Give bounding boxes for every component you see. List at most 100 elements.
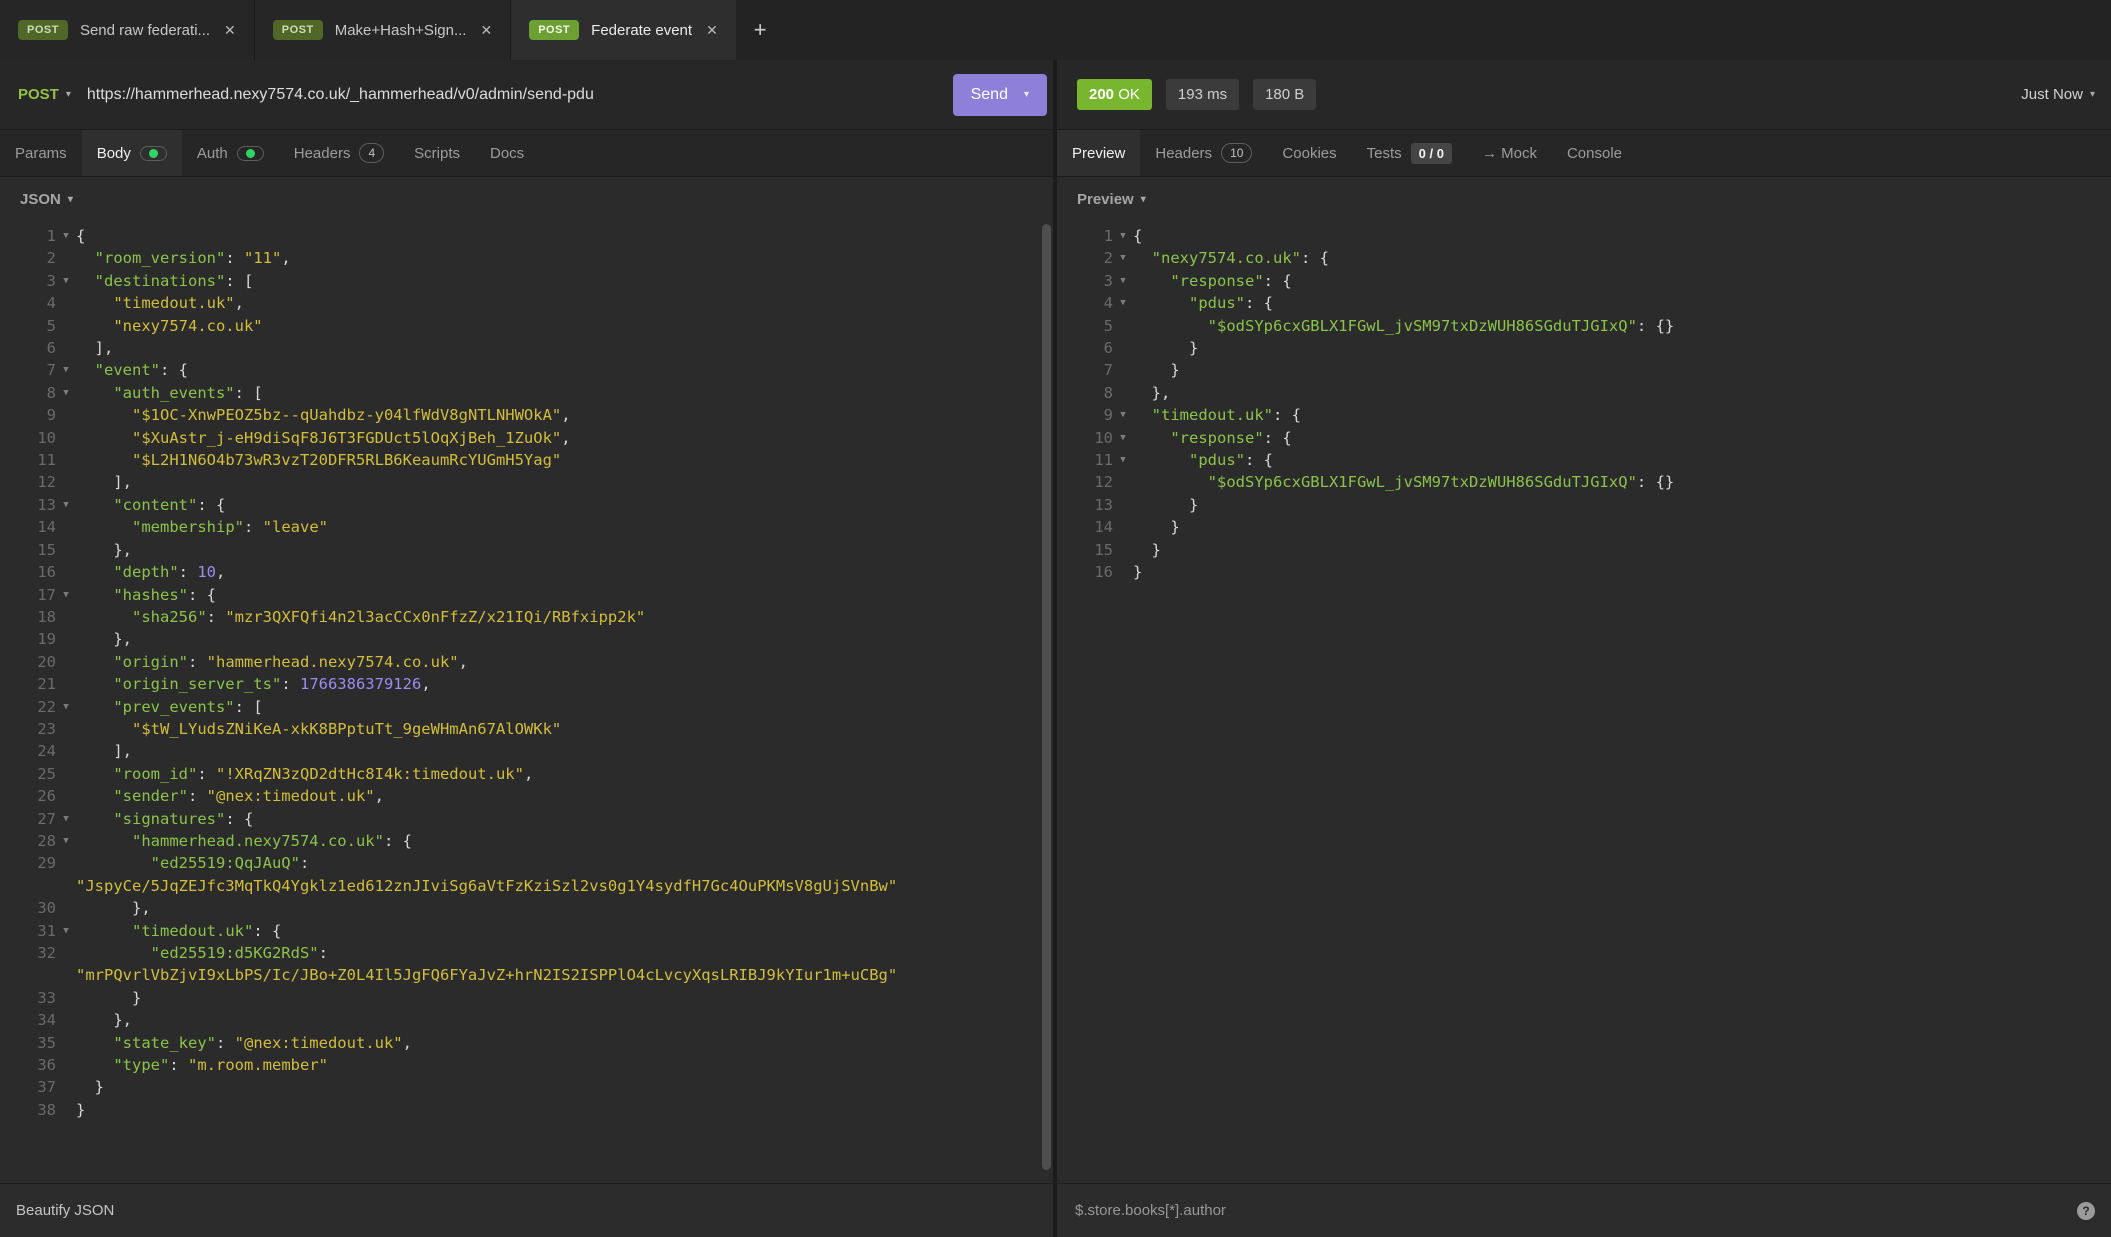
fold-caret-icon[interactable]: ▼ (56, 920, 76, 942)
new-tab-button[interactable]: + (736, 0, 785, 60)
fold-caret-icon[interactable]: ▼ (56, 359, 76, 381)
request-tab-federate-event[interactable]: POST Federate event ✕ (511, 0, 736, 60)
response-preview-editor[interactable]: 1▼{2▼ "nexy7574.co.uk": {3▼ "response": … (1057, 222, 2111, 1183)
tab-auth[interactable]: Auth (182, 130, 279, 176)
code-text: "mrPQvrlVbZjvI9xLbPS/Ic/JBo+Z0L4Il5JgFQ6… (76, 964, 897, 986)
response-history-select[interactable]: Just Now ▾ (2021, 86, 2095, 103)
jsonpath-filter-input[interactable] (1075, 1202, 1575, 1219)
tab-label: Headers (294, 145, 351, 162)
fold-gutter (56, 1099, 76, 1121)
fold-caret-icon[interactable]: ▼ (56, 584, 76, 606)
tab-title: Send raw federati... (80, 22, 210, 39)
fold-caret-icon[interactable]: ▼ (56, 830, 76, 852)
fold-caret-icon[interactable]: ▼ (1113, 270, 1133, 292)
vertical-scrollbar[interactable] (1042, 224, 1051, 1170)
code-text: "response": { (1133, 427, 1292, 449)
close-icon[interactable]: ✕ (224, 22, 236, 39)
preview-mode-select[interactable]: Preview ▾ (1077, 191, 1146, 208)
tab-tests[interactable]: Tests 0 / 0 (1352, 130, 1467, 176)
fold-gutter (56, 292, 76, 314)
fold-gutter (1113, 382, 1133, 404)
code-row: 5 "nexy7574.co.uk" (0, 315, 1053, 337)
line-number (0, 964, 56, 986)
tab-label: Auth (197, 145, 228, 162)
tab-cookies[interactable]: Cookies (1267, 130, 1351, 176)
line-number: 3 (0, 270, 56, 292)
close-icon[interactable]: ✕ (480, 22, 492, 39)
line-number: 29 (0, 852, 56, 874)
fold-caret-icon[interactable]: ▼ (56, 225, 76, 247)
request-body-editor[interactable]: 1▼{2 "room_version": "11",3▼ "destinatio… (0, 222, 1053, 1183)
code-text: ], (76, 337, 113, 359)
line-number: 34 (0, 1009, 56, 1031)
code-text: ], (76, 471, 132, 493)
line-number: 1 (0, 225, 56, 247)
method-select[interactable]: POST (18, 86, 59, 103)
headers-count: 10 (1230, 146, 1243, 160)
beautify-json-button[interactable]: Beautify JSON (16, 1202, 114, 1219)
code-text: "auth_events": [ (76, 382, 263, 404)
fold-caret-icon[interactable]: ▼ (1113, 225, 1133, 247)
fold-gutter (56, 718, 76, 740)
fold-caret-icon[interactable]: ▼ (56, 270, 76, 292)
tab-response-headers[interactable]: Headers 10 (1140, 130, 1267, 176)
request-tab-send-raw-federation[interactable]: POST Send raw federati... ✕ (0, 0, 255, 60)
fold-caret-icon[interactable]: ▼ (56, 494, 76, 516)
body-mode-select[interactable]: JSON ▾ (20, 191, 73, 208)
tab-docs[interactable]: Docs (475, 130, 539, 176)
request-editor-pane: 1▼{2 "room_version": "11",3▼ "destinatio… (0, 222, 1053, 1183)
send-button[interactable]: Send ▾ (953, 74, 1047, 116)
line-number: 11 (0, 449, 56, 471)
tab-headers[interactable]: Headers 4 (279, 130, 399, 176)
line-number: 5 (1057, 315, 1113, 337)
code-row: 1▼{ (1057, 225, 2111, 247)
fold-caret-icon[interactable]: ▼ (1113, 449, 1133, 471)
line-number: 8 (1057, 382, 1113, 404)
response-mode-pane: Preview ▾ (1057, 177, 2111, 222)
fold-gutter (56, 785, 76, 807)
tab-mock[interactable]: → Mock (1467, 130, 1552, 176)
fold-gutter (56, 740, 76, 762)
fold-gutter (1113, 494, 1133, 516)
request-section-tabs: Params Body Auth Headers 4 Scripts Docs (0, 130, 1053, 176)
code-text: "timedout.uk", (76, 292, 244, 314)
fold-caret-icon[interactable]: ▼ (56, 696, 76, 718)
fold-gutter (56, 561, 76, 583)
help-icon[interactable]: ? (2077, 1202, 2095, 1220)
tab-console[interactable]: Console (1552, 130, 1637, 176)
line-number: 13 (0, 494, 56, 516)
fold-gutter (56, 1076, 76, 1098)
fold-caret-icon[interactable]: ▼ (1113, 404, 1133, 426)
code-row: 21 "origin_server_ts": 1766386379126, (0, 673, 1053, 695)
body-indicator (140, 146, 167, 161)
fold-gutter (56, 987, 76, 1009)
code-text: "membership": "leave" (76, 516, 328, 538)
code-text: "hammerhead.nexy7574.co.uk": { (76, 830, 412, 852)
fold-gutter (56, 897, 76, 919)
fold-caret-icon[interactable]: ▼ (56, 808, 76, 830)
code-row: 36 "type": "m.room.member" (0, 1054, 1053, 1076)
code-row: 16} (1057, 561, 2111, 583)
tab-preview[interactable]: Preview (1057, 130, 1140, 176)
response-size-badge: 180 B (1253, 79, 1316, 110)
section-tab-strip: Params Body Auth Headers 4 Scripts Docs … (0, 130, 2111, 176)
tab-body[interactable]: Body (82, 130, 182, 176)
url-input[interactable]: https://hammerhead.nexy7574.co.uk/_hamme… (87, 86, 953, 104)
line-number: 15 (1057, 539, 1113, 561)
code-row: 9 "$1OC-XnwPEOZ5bz--qUahdbz-y04lfWdV8gNT… (0, 404, 1053, 426)
fold-gutter (1113, 471, 1133, 493)
fold-caret-icon[interactable]: ▼ (1113, 427, 1133, 449)
request-tab-make-hash-sign[interactable]: POST Make+Hash+Sign... ✕ (255, 0, 511, 60)
tab-params[interactable]: Params (0, 130, 82, 176)
close-icon[interactable]: ✕ (706, 22, 718, 39)
chevron-down-icon[interactable]: ▾ (66, 89, 71, 100)
chevron-down-icon: ▾ (2090, 89, 2095, 100)
fold-gutter (56, 1009, 76, 1031)
line-number: 15 (0, 539, 56, 561)
fold-caret-icon[interactable]: ▼ (56, 382, 76, 404)
code-text: "state_key": "@nex:timedout.uk", (76, 1032, 412, 1054)
tab-scripts[interactable]: Scripts (399, 130, 475, 176)
fold-caret-icon[interactable]: ▼ (1113, 292, 1133, 314)
fold-caret-icon[interactable]: ▼ (1113, 247, 1133, 269)
fold-gutter (56, 404, 76, 426)
